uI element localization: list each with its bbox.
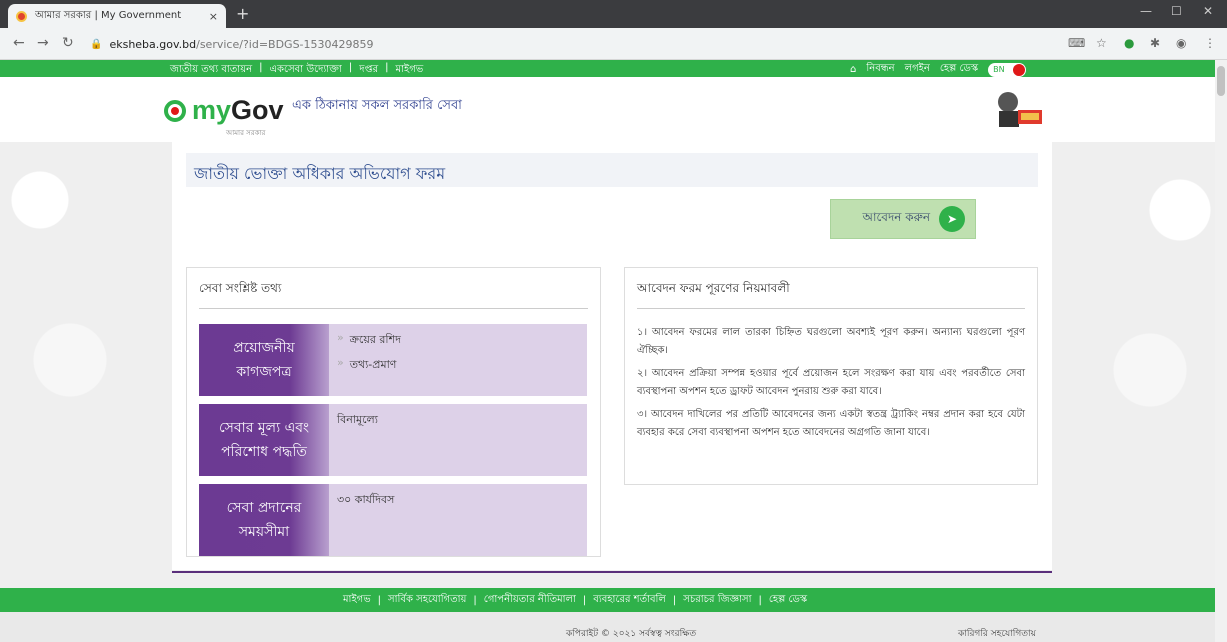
main-content: জাতীয় ভোক্তা অধিকার অভিযোগ ফরম আবেদন কর… [172, 142, 1052, 570]
list-item-text: তথ্য-প্রমাণ [349, 358, 397, 371]
reload-icon[interactable]: ↻ [62, 35, 74, 51]
list-item: » ক্রয়ের রশিদ [337, 331, 401, 350]
topnav-helpdesk[interactable]: হেল্প ডেস্ক [940, 61, 978, 78]
star-icon[interactable]: ☆ [1096, 36, 1107, 50]
new-tab-button[interactable]: + [236, 4, 249, 23]
chevron-right-icon: » [337, 331, 344, 344]
mujib-year-logo-icon [998, 92, 1042, 127]
rules-title: আবেদন ফরম পূরণের নিয়মাবলী [637, 280, 1025, 309]
footer-nav: মাইগভ | সার্বিক সহযোগিতায় | গোপনীয়তার … [0, 588, 1215, 612]
info-row-label: প্রয়োজনীয় কাগজপত্র [199, 324, 329, 396]
form-rules-panel: আবেদন ফরম পূরণের নিয়মাবলী ১। আবেদন ফরমে… [624, 267, 1038, 485]
page: জাতীয় তথ্য বাতায়ন | একসেবা উদ্যোক্তা |… [0, 60, 1227, 642]
browser-tab[interactable]: আমার সরকার | My Government × [8, 4, 226, 28]
rule-item: ৩। আবেদন দাখিলের পর প্রতিটি আবেদনের জন্য… [637, 409, 1025, 438]
info-row-label: সেবা প্রদানের সময়সীমা [199, 484, 329, 556]
site-tagline: এক ঠিকানায় সকল সরকারি সেবা [292, 98, 462, 113]
topnav-login[interactable]: লগইন [905, 61, 930, 78]
footer-divider [172, 571, 1052, 573]
copyright-text: কপিরাইট © ২০২১ সর্বস্বত্ব সংরক্ষিত [566, 629, 697, 639]
info-row-values: বিনামূল্যে [329, 404, 386, 476]
footer-link-support[interactable]: সার্বিক সহযোগিতায় [388, 592, 466, 609]
logo-gov: Gov [231, 95, 284, 125]
forward-icon[interactable]: → [37, 35, 49, 51]
info-row-documents: প্রয়োজনীয় কাগজপত্র » ক্রয়ের রশিদ » তথ্য… [199, 324, 587, 396]
nav-separator: | [582, 594, 587, 606]
cursor-arrow-icon: ➤ [939, 206, 965, 232]
footer-link-privacy[interactable]: গোপনীয়তার নীতিমালা [484, 592, 576, 609]
site-favicon-icon [16, 10, 27, 22]
footer-link-terms[interactable]: ব্যবহারের শর্তাবলি [593, 592, 666, 609]
browser-tabbar: আমার সরকার | My Government × + — ☐ ✕ [0, 0, 1227, 28]
service-info-panel: সেবা সংশ্লিষ্ট তথ্য প্রয়োজনীয় কাগজপত্র… [186, 267, 601, 557]
translate-icon[interactable]: ⌨ [1068, 36, 1085, 50]
toggle-knob-icon [1013, 63, 1026, 76]
back-icon[interactable]: ← [13, 35, 25, 51]
nav-separator: | [473, 594, 477, 606]
address-bar[interactable]: 🔒 eksheba.gov.bd/service/?id=BDGS-153042… [90, 34, 1050, 55]
list-item-text: ৩০ কার্যদিবস [337, 493, 395, 506]
footer-link-helpdesk[interactable]: হেল্প ডেস্ক [769, 592, 807, 609]
language-toggle[interactable]: BN [988, 62, 1027, 77]
footer-link-mygov[interactable]: মাইগভ [343, 592, 371, 609]
apply-button-label: আবেদন করুন [862, 210, 930, 224]
site-logo[interactable]: myGov [192, 95, 284, 126]
list-item: ৩০ কার্যদিবস [337, 491, 394, 510]
maximize-icon[interactable]: ☐ [1171, 4, 1182, 18]
list-item-text: ক্রয়ের রশিদ [349, 333, 401, 346]
chevron-right-icon: » [337, 356, 344, 369]
tab-close-button[interactable]: × [209, 10, 218, 23]
info-row-values: ৩০ কার্যদিবস [329, 484, 402, 556]
close-window-icon[interactable]: ✕ [1203, 4, 1213, 18]
lock-icon: 🔒 [90, 39, 103, 50]
info-row-timeframe: সেবা প্রদানের সময়সীমা ৩০ কার্যদিবস [199, 484, 587, 556]
list-item: বিনামূল্যে [337, 411, 378, 430]
page-title: জাতীয় ভোক্তা অধিকার অভিযোগ ফরম [186, 153, 1038, 187]
tech-support-text: কারিগরি সহযোগিতায় [958, 629, 1036, 639]
browser-toolbar: ← → ↻ 🔒 eksheba.gov.bd/service/?id=BDGS-… [0, 28, 1227, 60]
minimize-icon[interactable]: — [1140, 4, 1152, 18]
logo-my: my [192, 95, 232, 125]
menu-icon[interactable]: ⋮ [1204, 36, 1216, 50]
nav-separator: | [672, 594, 677, 606]
info-row-label: সেবার মূল্য এবং পরিশোধ পদ্ধতি [199, 404, 329, 476]
top-nav: জাতীয় তথ্য বাতায়ন | একসেবা উদ্যোক্তা |… [0, 60, 1215, 77]
list-item: » তথ্য-প্রমাণ [337, 356, 401, 375]
rule-item: ১। আবেদন ফরমের লাল তারকা চিহ্নিত ঘরগুলো … [637, 327, 1025, 356]
scrollbar-thumb[interactable] [1217, 66, 1225, 96]
extension-icon[interactable]: ● [1124, 36, 1134, 50]
footer-bottom: কপিরাইট © ২০২১ সর্বস্বত্ব সংরক্ষিত কারিগ… [0, 612, 1215, 642]
logo-subtitle: আমার সরকার [226, 129, 266, 137]
topnav-register[interactable]: নিবন্ধন [866, 61, 894, 78]
url-host: eksheba.gov.bd [109, 38, 197, 51]
apply-button[interactable]: আবেদন করুন ➤ [830, 199, 976, 239]
url-path: /service/?id=BDGS-1530429859 [196, 38, 374, 51]
puzzle-icon[interactable]: ✱ [1150, 36, 1160, 50]
footer-link-faq[interactable]: সচরাচর জিজ্ঞাসা [683, 592, 751, 609]
nav-separator: | [377, 594, 382, 606]
page-scrollbar[interactable] [1215, 60, 1227, 642]
nav-separator: | [758, 594, 762, 606]
rule-item: ২। আবেদন প্রক্রিয়া সম্পন্ন হওয়ার পূর্ব… [637, 368, 1025, 397]
mygov-logo-icon[interactable] [164, 100, 186, 122]
language-label: BN [993, 64, 1005, 74]
service-info-title: সেবা সংশ্লিষ্ট তথ্য [199, 280, 588, 309]
info-row-values: » ক্রয়ের রশিদ » তথ্য-প্রমাণ [329, 324, 409, 396]
list-item-text: বিনামূল্যে [337, 413, 378, 426]
site-header: myGov আমার সরকার এক ঠিকানায় সকল সরকারি … [0, 77, 1215, 142]
tab-title: আমার সরকার | My Government [35, 9, 182, 21]
home-icon[interactable]: ⌂ [850, 64, 856, 75]
info-row-fees: সেবার মূল্য এবং পরিশোধ পদ্ধতি বিনামূল্যে [199, 404, 587, 476]
profile-icon[interactable]: ◉ [1176, 36, 1186, 50]
